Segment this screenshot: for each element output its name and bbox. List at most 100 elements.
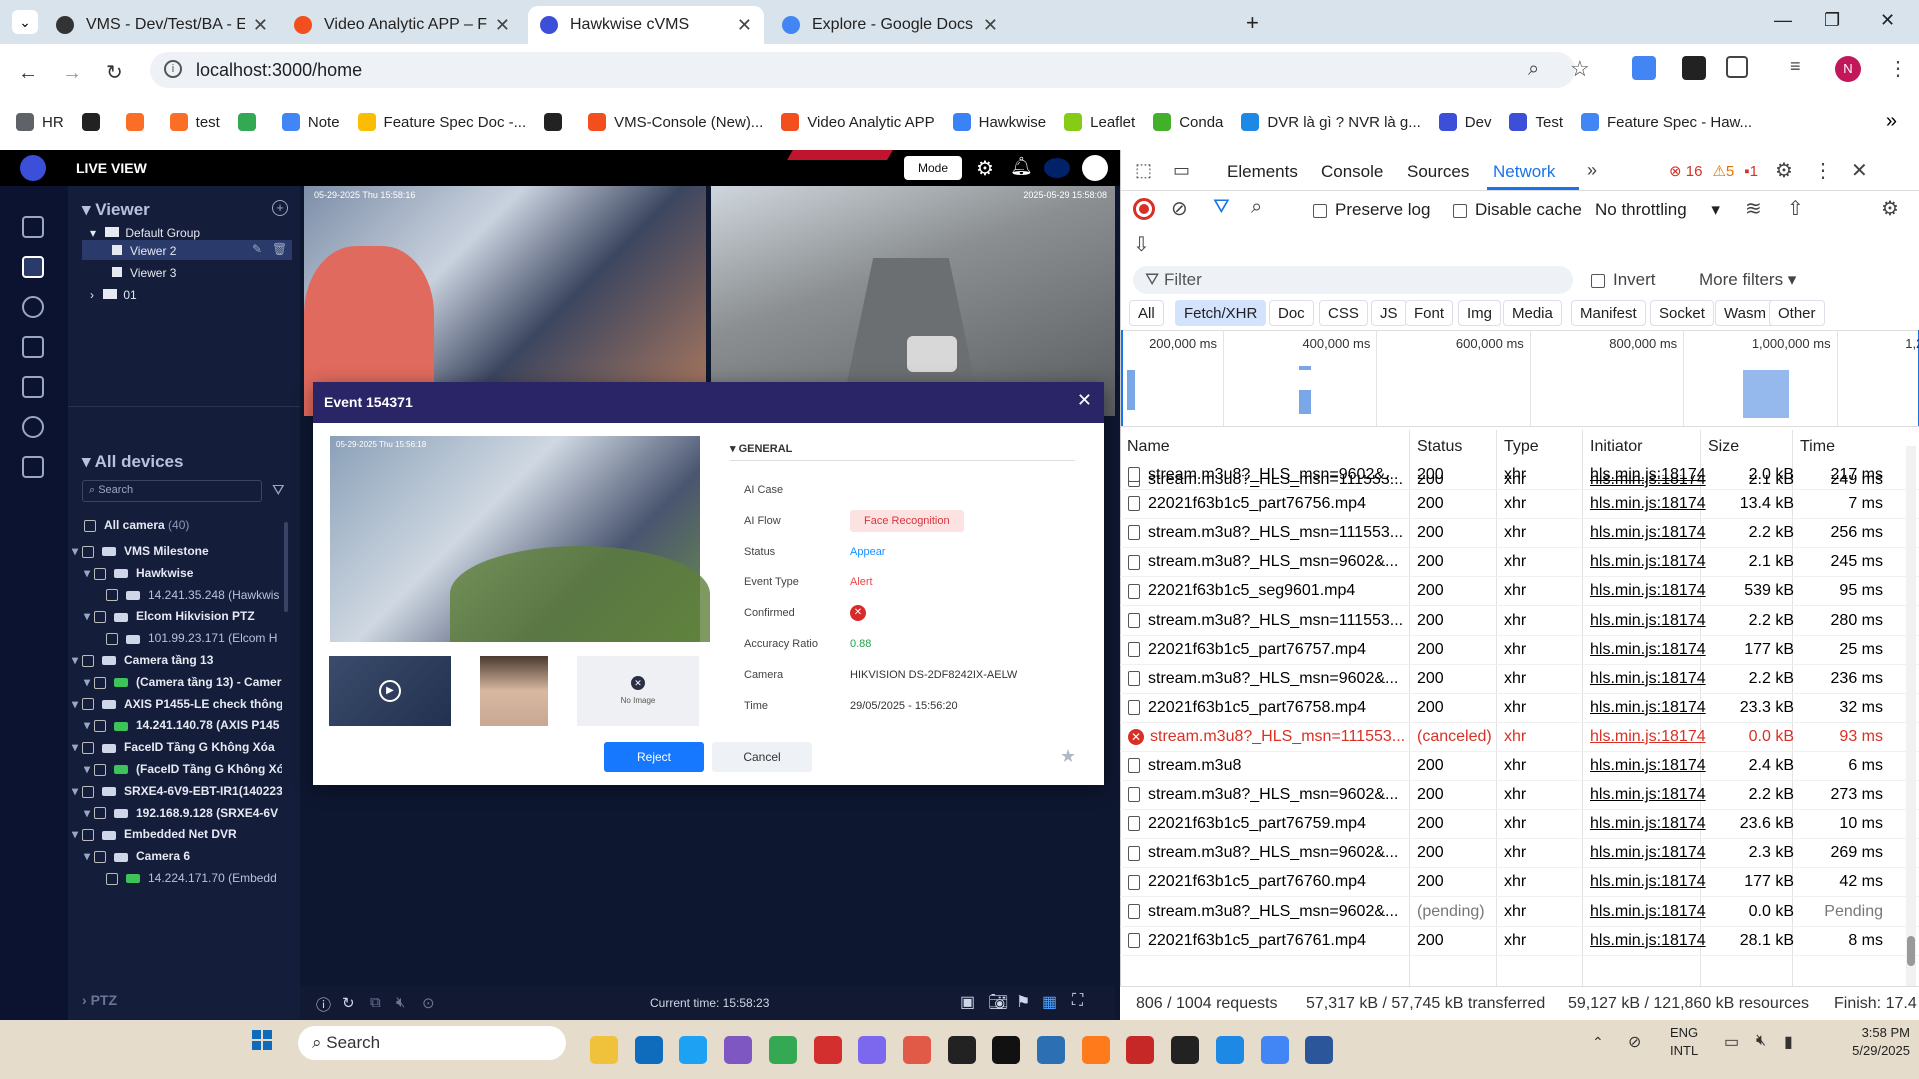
device-checkbox[interactable] — [94, 720, 106, 733]
viewer-heading[interactable]: ▾ Viewer — [82, 200, 150, 220]
taskbar-app-icon[interactable] — [858, 1036, 887, 1064]
play-icon[interactable]: ▶ — [379, 680, 401, 702]
maximize-button[interactable]: ❐ — [1824, 10, 1840, 31]
more-tabs-icon[interactable]: » — [1587, 160, 1597, 181]
zoom-icon[interactable]: ⌕ — [1528, 58, 1539, 81]
type-filter-chip[interactable]: Font — [1405, 300, 1454, 326]
browser-tab[interactable]: Hawkwise cVMS ✕ — [528, 6, 764, 44]
request-name-cell[interactable]: stream.m3u8?_HLS_msn=9602&... — [1128, 670, 1408, 688]
type-filter-chip[interactable]: Socket — [1650, 300, 1714, 326]
bookmark-item[interactable]: Leaflet — [1064, 113, 1135, 131]
playback-icon[interactable] — [22, 296, 44, 318]
expand-caret-icon[interactable]: ▾ — [72, 544, 82, 558]
expand-caret-icon[interactable]: ▾ — [72, 653, 82, 667]
preserve-log-checkbox[interactable]: Preserve log — [1313, 200, 1430, 220]
bookmark-item[interactable]: DVR là gì ? NVR là g... — [1241, 113, 1421, 131]
expand-caret-icon[interactable]: ▾ — [84, 609, 94, 623]
favorite-star-icon[interactable]: ★ — [1060, 746, 1076, 767]
request-name-cell[interactable]: stream.m3u8?_HLS_msn=111553... — [1128, 524, 1408, 542]
event-snapshot-image[interactable]: 05-29-2025 Thu 15:56:18 — [330, 436, 710, 642]
viewer-folder[interactable]: › 01 — [90, 288, 137, 302]
display-tray-icon[interactable]: ▭ — [1724, 1032, 1739, 1052]
user-avatar-icon[interactable] — [1082, 155, 1108, 181]
request-initiator-link[interactable]: hls.min.js:18174 — [1590, 757, 1706, 775]
viewer-group[interactable]: ▾ Default Group — [90, 226, 200, 240]
taskbar-search-box[interactable]: ⌕ Search — [298, 1026, 566, 1060]
type-filter-chip[interactable]: Doc — [1269, 300, 1314, 326]
tree-scrollbar[interactable] — [284, 522, 288, 612]
device-checkbox[interactable] — [94, 851, 106, 864]
settings-icon[interactable] — [22, 416, 44, 438]
all-camera-checkbox[interactable]: All camera (40) — [84, 518, 189, 532]
browser-tab[interactable]: VMS - Dev/Test/BA - Elcom.com ✕ — [44, 6, 280, 44]
throttling-select[interactable]: No throttling ▾ — [1595, 200, 1720, 220]
request-initiator-link[interactable]: hls.min.js:18174 — [1590, 844, 1706, 862]
network-tray-icon[interactable]: ⊘ — [1628, 1032, 1641, 1052]
request-name-cell[interactable]: ✕ stream.m3u8?_HLS_msn=111553... — [1128, 728, 1408, 746]
device-checkbox[interactable] — [82, 698, 94, 711]
request-name-cell[interactable]: stream.m3u8?_HLS_msn=9602&... — [1128, 786, 1408, 804]
device-tree-row[interactable]: ▾ Hawkwise — [84, 566, 282, 580]
record-stop-icon[interactable] — [1133, 198, 1155, 220]
export-har-icon[interactable]: ⇩ — [1133, 232, 1150, 257]
type-filter-chip[interactable]: Wasm — [1715, 300, 1775, 326]
network-scrollbar-track[interactable] — [1906, 446, 1916, 986]
mute-icon[interactable]: 🔇︎ — [396, 994, 405, 1011]
invert-checkbox[interactable]: Invert — [1591, 270, 1656, 290]
bookmark-item[interactable]: Note — [281, 113, 340, 131]
show-hidden-icons[interactable]: ⌃ — [1592, 1034, 1604, 1051]
device-tree-row[interactable]: ▾ Elcom Hikvision PTZ — [84, 609, 282, 623]
device-checkbox[interactable] — [94, 807, 106, 820]
column-header[interactable]: Time — [1800, 438, 1835, 456]
network-request-row[interactable]: stream.m3u8?_HLS_msn=9602&... 200 xhr hls.m… — [1120, 781, 1919, 811]
taskbar-app-icon[interactable] — [947, 1036, 976, 1064]
device-tree-row[interactable]: ▾ FaceID Tầng G Không Xóa — [72, 740, 282, 754]
expand-caret-icon[interactable]: ▾ — [84, 762, 94, 776]
edit-viewer-icon[interactable]: ✎ — [252, 242, 262, 256]
delete-viewer-icon[interactable]: 🗑︎ — [272, 242, 287, 256]
devtools-menu-icon[interactable]: ⋮ — [1813, 158, 1833, 183]
bookmark-star-icon[interactable]: ☆ — [1570, 56, 1590, 82]
column-header[interactable]: Type — [1504, 438, 1539, 456]
taskbar-app-icon[interactable] — [1126, 1036, 1155, 1064]
request-initiator-link[interactable]: hls.min.js:18174 — [1590, 582, 1706, 600]
device-checkbox[interactable] — [106, 872, 118, 885]
close-icon[interactable]: ✕ — [1077, 390, 1092, 411]
request-name-cell[interactable]: 22021f63b1c5_part76760.mp4 — [1128, 873, 1408, 891]
request-name-cell[interactable]: 22021f63b1c5_part76756.mp4 — [1128, 495, 1408, 513]
filter-icon[interactable]: ⛛ — [272, 482, 285, 499]
tab-close-icon[interactable]: ✕ — [253, 15, 268, 36]
record-icon[interactable]: ▣ — [960, 992, 975, 1012]
network-scrollbar-thumb[interactable] — [1907, 936, 1915, 966]
address-bar[interactable]: i localhost:3000/home ⌕ ☆ — [150, 52, 1590, 88]
taskbar-app-icon[interactable] — [813, 1036, 842, 1064]
device-checkbox[interactable] — [106, 589, 118, 602]
events-icon[interactable] — [22, 456, 44, 478]
new-tab-button[interactable]: + — [1246, 10, 1259, 36]
filter-funnel-icon[interactable]: ⛛ — [1213, 196, 1230, 219]
type-filter-chip[interactable]: All — [1129, 300, 1164, 326]
event-face-thumbnail[interactable] — [480, 656, 548, 726]
network-request-row[interactable]: ✕ stream.m3u8?_HLS_msn=111553... (canceled… — [1120, 723, 1919, 752]
type-filter-chip[interactable]: CSS — [1319, 300, 1368, 326]
bookmark-item[interactable] — [125, 113, 152, 131]
taskbar-app-icon[interactable] — [1171, 1036, 1200, 1064]
network-request-row[interactable]: stream.m3u8?_HLS_msn=9602&... 200 xhr hls.m… — [1120, 548, 1919, 578]
request-initiator-link[interactable]: hls.min.js:18174 — [1590, 903, 1706, 921]
device-tree-row[interactable]: 14.241.35.248 (Hawkwis — [96, 588, 282, 602]
device-toolbar-icon[interactable]: ▭ — [1173, 160, 1190, 181]
browser-tab[interactable]: Video Analytic APP – Figma ✕ — [282, 6, 522, 44]
device-search-input[interactable]: ⌕ Search — [82, 480, 262, 502]
tab-close-icon[interactable]: ✕ — [495, 15, 510, 36]
browser-tab[interactable]: Explore - Google Docs ✕ — [770, 6, 1010, 44]
event-video-thumbnail[interactable]: ▶ — [329, 656, 451, 726]
uk-flag-icon[interactable] — [1044, 158, 1070, 178]
device-tree-row[interactable]: ▾ VMS Milestone — [72, 544, 282, 558]
search-icon[interactable]: ⌕ — [1251, 196, 1262, 219]
column-header[interactable]: Status — [1417, 438, 1462, 456]
viewer-item[interactable]: Viewer 3 — [112, 266, 176, 280]
taskbar-app-icon[interactable] — [992, 1036, 1021, 1064]
request-name-cell[interactable]: stream.m3u8?_HLS_msn=9602&... — [1128, 553, 1408, 571]
network-icon[interactable]: ⧉ — [370, 994, 381, 1011]
request-initiator-link[interactable]: hls.min.js:18174 — [1590, 495, 1706, 513]
